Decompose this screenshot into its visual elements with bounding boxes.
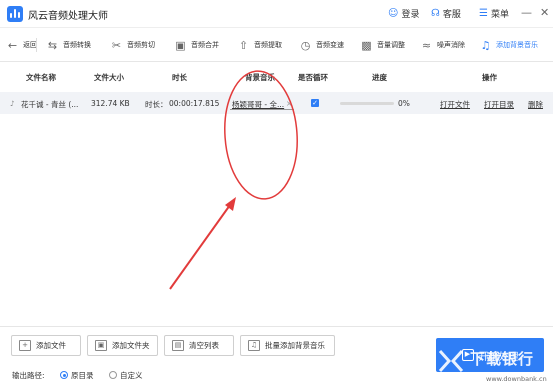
- music-file-icon: ♪: [10, 99, 15, 108]
- delete-link[interactable]: 删除: [528, 99, 543, 110]
- file-name: 花千诚 - 青丝 (...: [21, 100, 79, 109]
- duration-value: 00:00:17.815: [169, 99, 220, 108]
- tool-label: 噪声消除: [437, 41, 465, 49]
- col-file-name: 文件名称: [26, 73, 56, 82]
- add-file-button[interactable]: + 添加文件: [11, 335, 81, 356]
- file-add-icon: +: [19, 340, 31, 351]
- title-bar: 风云音频处理大师 ☺ 登录 ☊ 客服 ☰ 菜单 — ✕: [0, 0, 553, 28]
- tool-audio-cut[interactable]: ✂ 音频剪切: [110, 28, 155, 62]
- radio-original-dir[interactable]: [60, 371, 68, 379]
- add-file-label: 添加文件: [36, 341, 66, 350]
- open-file-link[interactable]: 打开文件: [440, 99, 470, 110]
- toolbar-divider: [36, 38, 37, 52]
- tool-add-bgm[interactable]: ♫ 添加背景音乐: [479, 28, 538, 62]
- tool-audio-speed[interactable]: ◷ 音频变速: [299, 28, 344, 62]
- watermark-logo-icon: [438, 349, 464, 373]
- bgm-file-link[interactable]: 杨颖哥哥 - 全...: [232, 99, 284, 110]
- add-folder-label: 添加文件夹: [112, 341, 150, 350]
- tool-label: 音频变速: [316, 41, 344, 49]
- tool-volume-adjust[interactable]: ▩ 音量调整: [360, 28, 405, 62]
- extract-icon: ⇧: [238, 38, 249, 52]
- clear-list-label: 清空列表: [189, 341, 219, 350]
- annotation-arrow-head: [225, 197, 236, 211]
- batch-add-bgm-button[interactable]: ♫ 批量添加背景音乐: [240, 335, 335, 356]
- radio-original-label: 原目录: [71, 371, 94, 380]
- tool-audio-merge[interactable]: ▣ 音频合并: [174, 28, 219, 62]
- service-label: 客服: [442, 10, 461, 20]
- batch-add-bgm-label: 批量添加背景音乐: [265, 341, 325, 350]
- tool-label: 音频转换: [63, 41, 91, 49]
- batch-music-icon: ♫: [248, 340, 260, 351]
- annotation-ellipse: [224, 70, 298, 200]
- col-duration: 时长: [172, 73, 187, 82]
- open-dir-link[interactable]: 打开目录: [484, 99, 514, 110]
- duration-prefix: 时长：: [145, 100, 168, 109]
- progress-text: 0%: [398, 99, 410, 108]
- login-label: 登录: [401, 10, 420, 20]
- watermark-text: 下载银行: [470, 350, 535, 368]
- trash-icon: ▤: [172, 340, 184, 351]
- app-logo-icon: [7, 6, 23, 22]
- menu-icon: ☰: [479, 8, 488, 19]
- col-file-size: 文件大小: [94, 73, 124, 82]
- back-label: 返回: [23, 41, 37, 49]
- volume-icon: ▩: [361, 38, 372, 52]
- remove-bgm-icon[interactable]: ×: [286, 99, 292, 108]
- loop-checkbox[interactable]: ✓: [311, 99, 319, 107]
- tool-audio-extract[interactable]: ⇧ 音频提取: [237, 28, 282, 62]
- annotation-arrow-line: [169, 204, 231, 290]
- login-button[interactable]: ☺ 登录: [388, 7, 419, 20]
- merge-icon: ▣: [175, 38, 186, 52]
- minimize-button[interactable]: —: [521, 6, 532, 19]
- folder-icon: ▣: [95, 340, 107, 351]
- tool-denoise[interactable]: ≈ 噪声消除: [420, 28, 465, 62]
- service-button[interactable]: ☊ 客服: [431, 7, 461, 20]
- col-action: 操作: [482, 73, 497, 82]
- add-folder-button[interactable]: ▣ 添加文件夹: [87, 335, 158, 356]
- tool-label: 音频剪切: [127, 41, 155, 49]
- back-button[interactable]: ← 返回: [6, 28, 37, 62]
- col-bgm: 背景音乐: [245, 73, 275, 82]
- user-icon: ☺: [388, 8, 399, 19]
- scissors-icon: ✂: [111, 38, 122, 52]
- bottom-divider: [0, 326, 553, 327]
- radio-custom[interactable]: [109, 371, 117, 379]
- tool-label: 音量调整: [377, 41, 405, 49]
- output-path-label: 输出路径:: [12, 371, 45, 380]
- music-note-icon: ♫: [480, 38, 491, 52]
- radio-custom-label: 自定义: [120, 371, 143, 380]
- table-row[interactable]: ♪ 花千诚 - 青丝 (... 312.74 KB 时长： 00:00:17.8…: [0, 92, 553, 114]
- col-progress: 进度: [372, 73, 387, 82]
- col-loop: 是否循环: [298, 73, 328, 82]
- arrow-left-icon: ←: [7, 38, 18, 52]
- toolbar: ← 返回 ⇆ 音频转换 ✂ 音频剪切 ▣ 音频合并 ⇧ 音频提取 ◷ 音频变速 …: [0, 28, 553, 62]
- tool-label: 音频提取: [254, 41, 282, 49]
- app-title: 风云音频处理大师: [28, 11, 108, 22]
- menu-label: 菜单: [490, 10, 509, 20]
- tool-label: 音频合并: [191, 41, 219, 49]
- close-button[interactable]: ✕: [540, 6, 549, 19]
- tool-label: 添加背景音乐: [496, 41, 538, 49]
- denoise-icon: ≈: [421, 38, 432, 52]
- convert-icon: ⇆: [47, 38, 58, 52]
- table-header: 文件名称 文件大小 时长 背景音乐 是否循环 进度 操作: [0, 66, 553, 86]
- file-size: 312.74 KB: [91, 99, 130, 108]
- clear-list-button[interactable]: ▤ 清空列表: [164, 335, 234, 356]
- progress-bar: [340, 102, 394, 105]
- headset-icon: ☊: [431, 8, 440, 19]
- tool-audio-convert[interactable]: ⇆ 音频转换: [46, 28, 91, 62]
- speed-icon: ◷: [300, 38, 311, 52]
- watermark-url: www.downbank.cn: [486, 375, 547, 383]
- menu-button[interactable]: ☰ 菜单: [479, 7, 509, 20]
